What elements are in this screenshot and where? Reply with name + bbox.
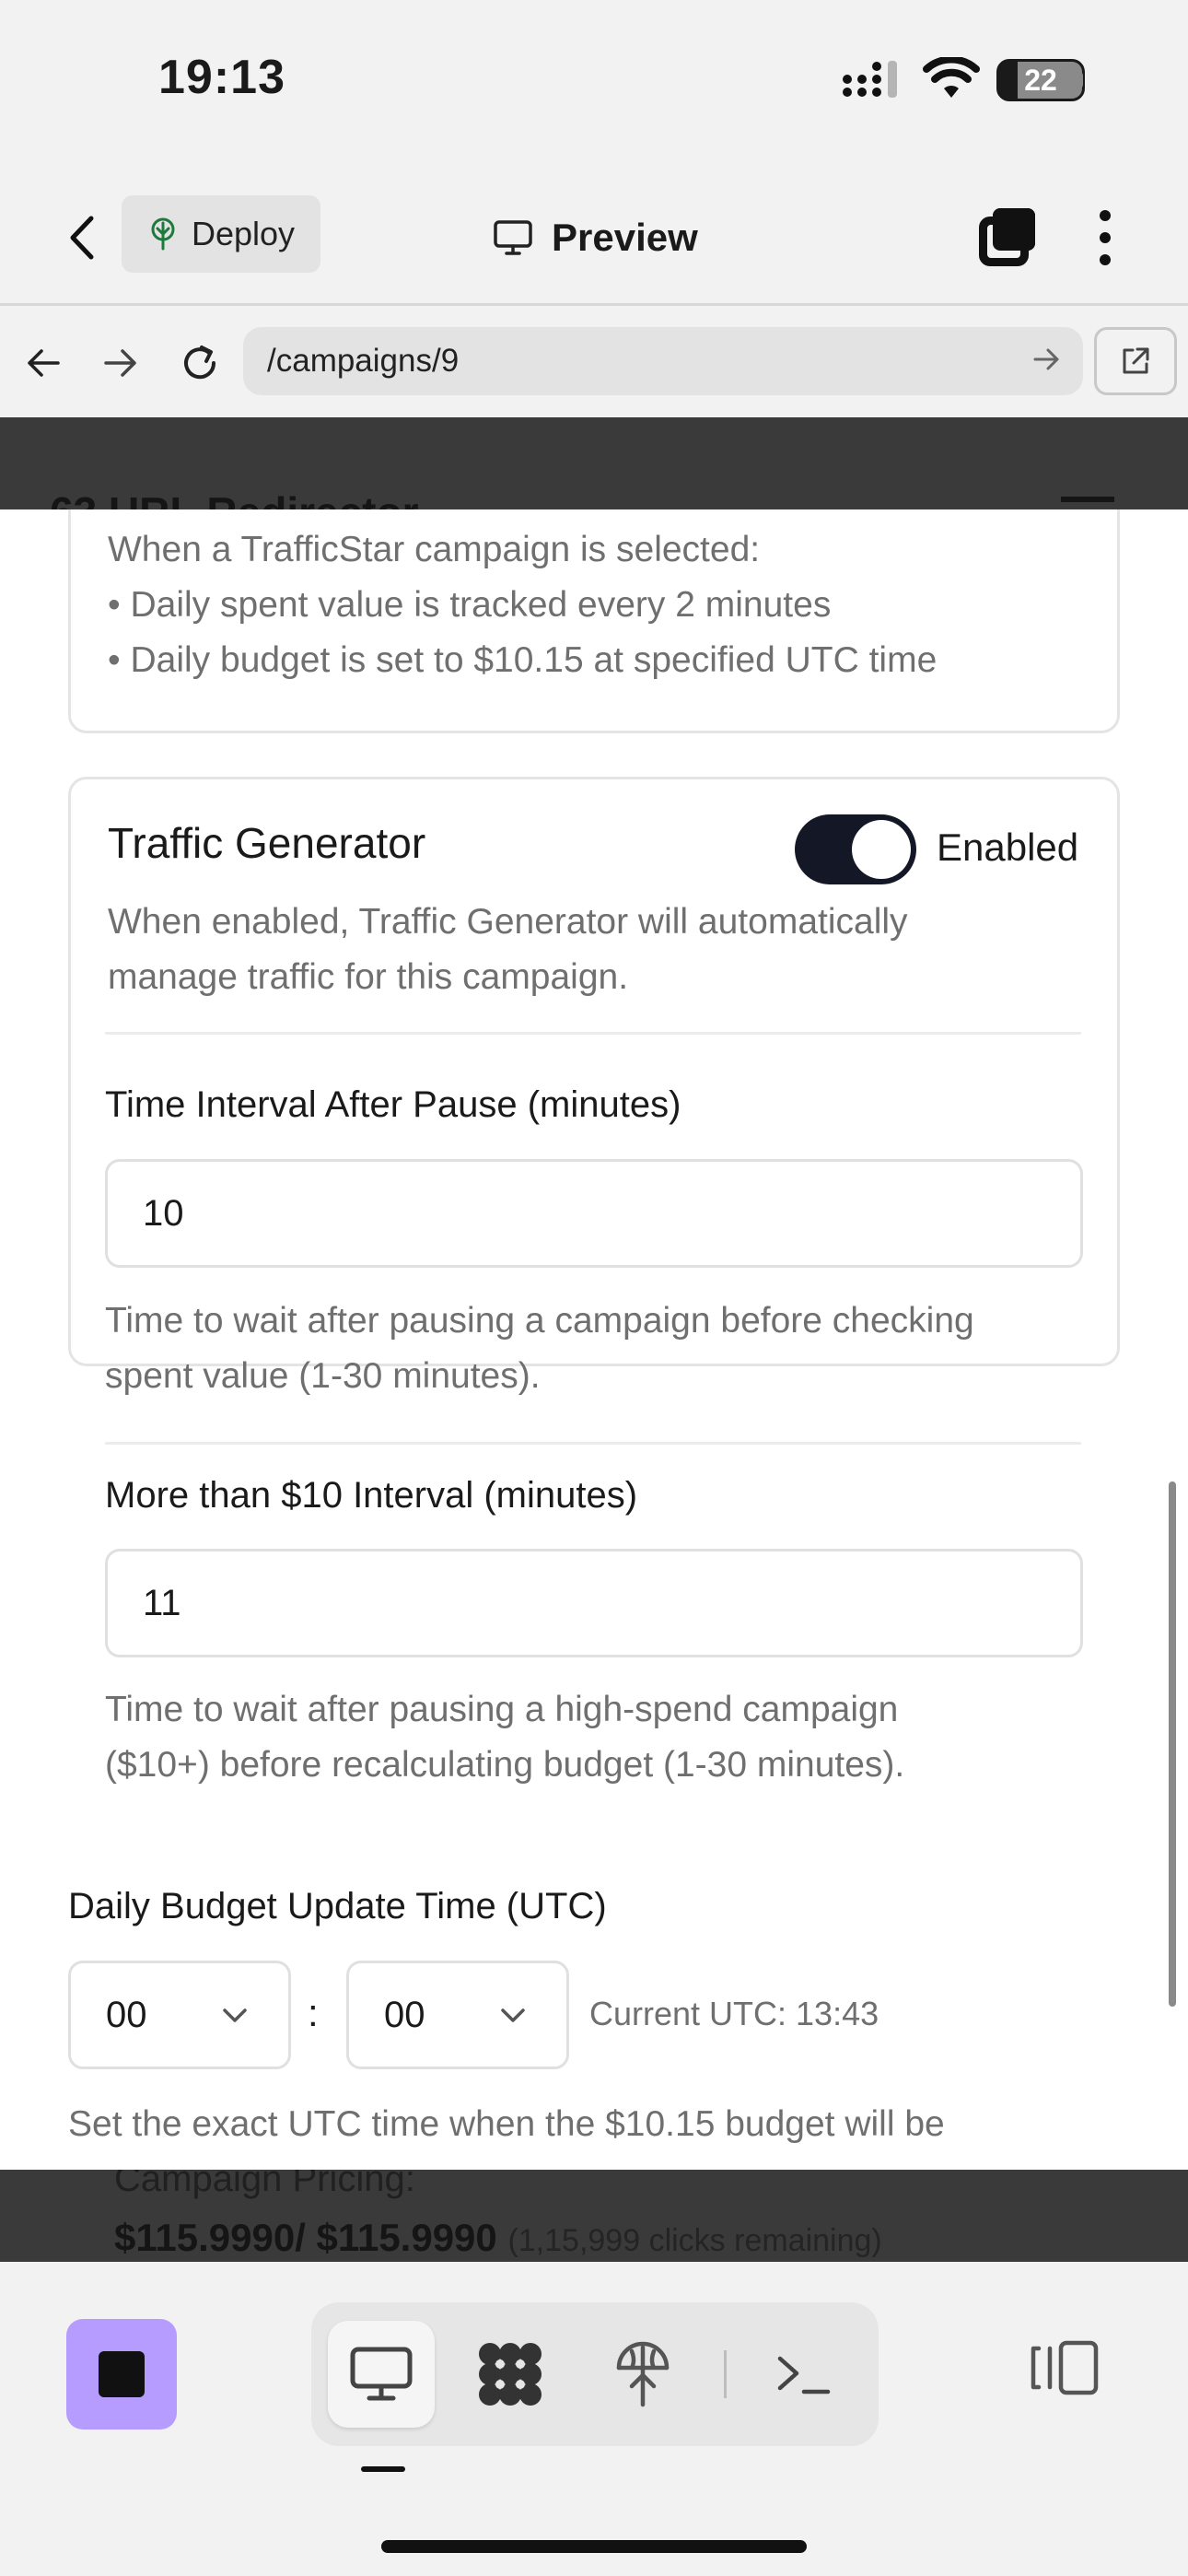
more-options-icon[interactable] <box>1087 205 1124 271</box>
deploy-icon <box>151 217 175 251</box>
integrations-tool-button[interactable] <box>457 2321 564 2428</box>
high-spend-interval-input[interactable]: 11 <box>105 1549 1083 1657</box>
battery-level: 22 <box>1024 64 1057 97</box>
split-layout-icon[interactable] <box>1030 2339 1100 2396</box>
clicks-remaining: (1,15,999 clicks remaining) <box>507 2223 882 2258</box>
chevron-down-icon <box>501 2008 525 2022</box>
pause-interval-input[interactable]: 10 <box>105 1159 1083 1268</box>
chevron-down-icon <box>223 2008 247 2022</box>
high-spend-interval-help: ($10+) before recalculating budget (1-30… <box>105 1745 905 1785</box>
trafficstar-info-card: When a TrafficStar campaign is selected:… <box>68 509 1120 733</box>
status-bar: 19:13 22 <box>0 0 1188 166</box>
campaign-pricing-value: $115.9990/ $115.9990 (1,15,999 clicks re… <box>114 2216 882 2260</box>
deploy-tool-button[interactable] <box>589 2321 696 2428</box>
trafficstar-info-line: • Daily budget is set to $10.15 at speci… <box>108 640 938 680</box>
pause-interval-label: Time Interval After Pause (minutes) <box>105 1084 681 1125</box>
cellular-signal-icon <box>843 61 897 98</box>
time-separator: : <box>308 1991 319 2034</box>
home-indicator[interactable] <box>381 2540 807 2553</box>
web-page-footer-dimmed: Campaign Pricing: $115.9990/ $115.9990 (… <box>0 2170 1188 2262</box>
current-utc: Current UTC: 13:43 <box>589 1995 879 2032</box>
traffic-generator-card: Traffic Generator Enabled When enabled, … <box>68 777 1120 1366</box>
price-value: $115.9990/ $115.9990 <box>114 2216 497 2259</box>
hour-value: 00 <box>106 1994 147 2035</box>
budget-time-label: Daily Budget Update Time (UTC) <box>68 1886 607 1926</box>
nav-back-button[interactable] <box>11 331 76 395</box>
integrations-icon <box>479 2343 542 2406</box>
stop-icon <box>99 2351 145 2397</box>
tool-switcher <box>311 2302 879 2446</box>
monitor-icon <box>350 2347 413 2401</box>
pause-interval-value: 10 <box>143 1192 184 1234</box>
trafficstar-info-line: When a TrafficStar campaign is selected: <box>108 530 761 569</box>
open-external-button[interactable] <box>1094 327 1177 395</box>
web-page-header-dimmed: 63 URL Redirector <box>0 417 1188 509</box>
toggle-label: Enabled <box>937 825 1079 869</box>
bottom-toolbar <box>0 2262 1188 2576</box>
deploy-button[interactable]: Deploy <box>122 195 320 273</box>
minute-value: 00 <box>384 1994 425 2035</box>
divider <box>105 1032 1081 1035</box>
deploy-icon <box>616 2341 670 2407</box>
hour-select[interactable]: 00 <box>68 1961 291 2069</box>
url-bar: /campaigns/9 <box>0 309 1188 417</box>
page-title: Preview <box>552 216 698 259</box>
trafficstar-info-line: • Daily spent value is tracked every 2 m… <box>108 585 832 625</box>
web-page-title: 63 URL Redirector <box>50 487 419 509</box>
go-arrow-icon[interactable] <box>1031 344 1063 375</box>
high-spend-interval-help: Time to wait after pausing a high-spend … <box>105 1690 899 1729</box>
preview-tab-title: Preview <box>493 203 698 273</box>
traffic-generator-title: Traffic Generator <box>108 819 426 867</box>
status-time: 19:13 <box>158 51 285 104</box>
back-button[interactable] <box>53 203 109 273</box>
nav-forward-button[interactable] <box>88 331 153 395</box>
deploy-label: Deploy <box>191 215 296 252</box>
high-spend-interval-value: 11 <box>143 1582 181 1623</box>
arrow-left-icon <box>28 349 60 377</box>
console-tool-button[interactable] <box>750 2321 856 2428</box>
reload-icon <box>184 345 216 380</box>
divider <box>105 1442 1081 1445</box>
menu-icon <box>1061 497 1114 502</box>
scrollbar[interactable] <box>1169 1481 1176 2007</box>
app-header: Deploy Preview <box>0 166 1188 306</box>
toolbar-divider <box>724 2350 727 2398</box>
battery-icon: 22 <box>996 59 1085 101</box>
url-field[interactable]: /campaigns/9 <box>243 327 1083 395</box>
arrow-right-icon <box>104 349 136 377</box>
monitor-icon <box>494 220 532 255</box>
reload-button[interactable] <box>168 331 232 395</box>
tabs-icon[interactable] <box>976 205 1041 269</box>
url-path: /campaigns/9 <box>267 343 460 379</box>
wifi-icon <box>923 57 980 98</box>
active-tool-indicator <box>361 2466 405 2472</box>
traffic-generator-description: manage traffic for this campaign. <box>108 957 629 997</box>
pause-interval-help: Time to wait after pausing a campaign be… <box>105 1301 974 1341</box>
stop-button[interactable] <box>66 2319 177 2430</box>
campaign-pricing-label: Campaign Pricing: <box>114 2170 415 2199</box>
traffic-generator-toggle[interactable] <box>795 814 916 884</box>
campaign-edit-dialog: When a TrafficStar campaign is selected:… <box>0 509 1188 2170</box>
minute-select[interactable]: 00 <box>346 1961 569 2069</box>
external-link-icon <box>1123 347 1149 374</box>
terminal-icon <box>777 2356 831 2395</box>
high-spend-interval-label: More than $10 Interval (minutes) <box>105 1475 638 1516</box>
chevron-left-icon <box>70 216 94 260</box>
traffic-generator-description: When enabled, Traffic Generator will aut… <box>108 902 908 942</box>
pause-interval-help: spent value (1-30 minutes). <box>105 1356 541 1396</box>
budget-time-help: Set the exact UTC time when the $10.15 b… <box>68 2104 945 2144</box>
preview-tool-button[interactable] <box>328 2321 435 2428</box>
